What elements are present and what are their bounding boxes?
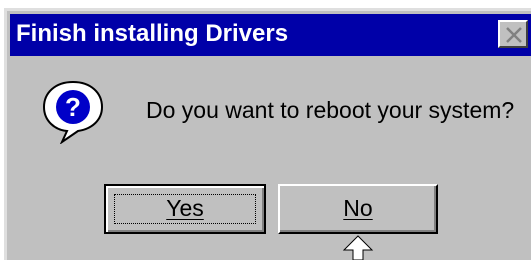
arrow-up-icon <box>342 235 374 260</box>
title-bar[interactable]: Finish installing Drivers <box>10 14 531 56</box>
no-button[interactable]: No <box>278 184 438 234</box>
svg-text:?: ? <box>65 92 81 122</box>
question-icon: ? <box>42 80 104 144</box>
yes-button-label: Yes <box>166 195 204 221</box>
dialog-window: Finish installing Drivers ? Do you want … <box>0 0 531 260</box>
yes-button[interactable]: Yes <box>104 184 266 234</box>
close-icon <box>506 27 522 43</box>
window-title: Finish installing Drivers <box>16 20 289 47</box>
no-button-label: No <box>343 195 373 221</box>
close-button[interactable] <box>498 20 528 48</box>
dialog-message: Do you want to reboot your system? <box>146 97 515 123</box>
